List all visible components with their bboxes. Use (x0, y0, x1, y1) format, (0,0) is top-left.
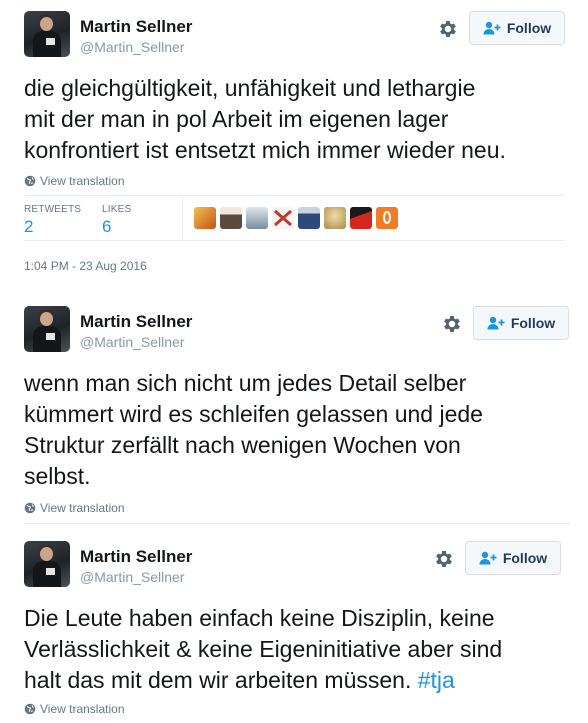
author-name[interactable]: Martin Sellner (80, 312, 192, 332)
follow-user-icon (487, 316, 505, 330)
stats-divider (182, 196, 183, 240)
avatar[interactable] (24, 541, 70, 587)
author-handle[interactable]: @Martin_Sellner (80, 334, 184, 350)
tweet-text-line: halt das mit dem wir arbeiten müssen. #t… (24, 665, 574, 696)
retweets-count[interactable]: 2 (24, 217, 33, 237)
liker-avatar-8[interactable] (376, 207, 398, 229)
retweets-label[interactable]: RETWEETS (24, 204, 81, 215)
globe-icon (24, 502, 36, 514)
author-name[interactable]: Martin Sellner (80, 547, 192, 567)
view-translation-label: View translation (40, 174, 125, 188)
tweet-text-line: Verlässlichkeit & keine Eigeninitiative … (24, 636, 503, 662)
liker-avatar-2[interactable] (220, 207, 242, 229)
likes-count[interactable]: 6 (102, 217, 111, 237)
tweet-1: Martin Sellner @Martin_Sellner Follow di… (0, 0, 588, 285)
tweet-text-line: kümmert wird es schleifen gelassen und j… (24, 401, 483, 427)
tweet-text: Die Leute haben einfach keine Disziplin,… (24, 603, 574, 696)
globe-icon (24, 703, 36, 715)
avatar[interactable] (24, 11, 70, 57)
tweet-text-line: Die Leute haben einfach keine Disziplin,… (24, 605, 495, 631)
globe-icon (24, 175, 36, 187)
view-translation-link[interactable]: View translation (24, 174, 125, 188)
liker-avatar-1[interactable] (194, 207, 216, 229)
follow-user-icon (483, 21, 501, 35)
divider (24, 523, 570, 524)
tweet-2: Martin Sellner @Martin_Sellner Follow we… (0, 300, 588, 525)
view-translation-link[interactable]: View translation (24, 702, 125, 716)
view-translation-label: View translation (40, 501, 125, 515)
divider (24, 240, 564, 241)
likers-avatars (194, 207, 398, 229)
follow-label: Follow (502, 550, 548, 566)
follow-label: Follow (506, 20, 552, 36)
liker-avatar-4[interactable] (272, 207, 294, 229)
liker-avatar-7[interactable] (350, 207, 372, 229)
tweet-text: die gleichgültigkeit, unfähigkeit und le… (24, 73, 574, 166)
author-handle[interactable]: @Martin_Sellner (80, 569, 184, 585)
view-translation-link[interactable]: View translation (24, 501, 125, 515)
tweet-text: wenn man sich nicht um jedes Detail selb… (24, 368, 574, 492)
tweet-text-segment: halt das mit dem wir arbeiten müssen. (24, 667, 418, 693)
hashtag-link[interactable]: #tja (418, 667, 455, 693)
liker-avatar-3[interactable] (246, 207, 268, 229)
gear-icon[interactable] (437, 18, 459, 40)
follow-button[interactable]: Follow (465, 541, 561, 575)
divider (24, 195, 564, 196)
view-translation-label: View translation (40, 702, 125, 716)
tweet-3: Martin Sellner @Martin_Sellner Follow Di… (0, 535, 588, 723)
tweet-text-line: wenn man sich nicht um jedes Detail selb… (24, 370, 467, 396)
tweet-timestamp[interactable]: 1:04 PM - 23 Aug 2016 (24, 259, 147, 273)
follow-label: Follow (510, 315, 556, 331)
tweet-text-line: mit der man in pol Arbeit im eigenen lag… (24, 106, 449, 132)
liker-avatar-5[interactable] (298, 207, 320, 229)
tweet-text-line: selbst. (24, 463, 91, 489)
follow-button[interactable]: Follow (469, 11, 565, 45)
liker-avatar-6[interactable] (324, 207, 346, 229)
author-name[interactable]: Martin Sellner (80, 17, 192, 37)
likes-label[interactable]: LIKES (102, 204, 131, 215)
follow-button[interactable]: Follow (473, 306, 569, 340)
tweet-text-line: konfrontiert ist entsetzt mich immer wie… (24, 137, 506, 163)
tweet-text-line: Struktur zerfällt nach wenigen Wochen vo… (24, 432, 461, 458)
follow-user-icon (479, 551, 497, 565)
tweet-text-line: die gleichgültigkeit, unfähigkeit und le… (24, 75, 476, 101)
author-handle[interactable]: @Martin_Sellner (80, 39, 184, 55)
gear-icon[interactable] (433, 548, 455, 570)
gear-icon[interactable] (441, 313, 463, 335)
avatar[interactable] (24, 306, 70, 352)
